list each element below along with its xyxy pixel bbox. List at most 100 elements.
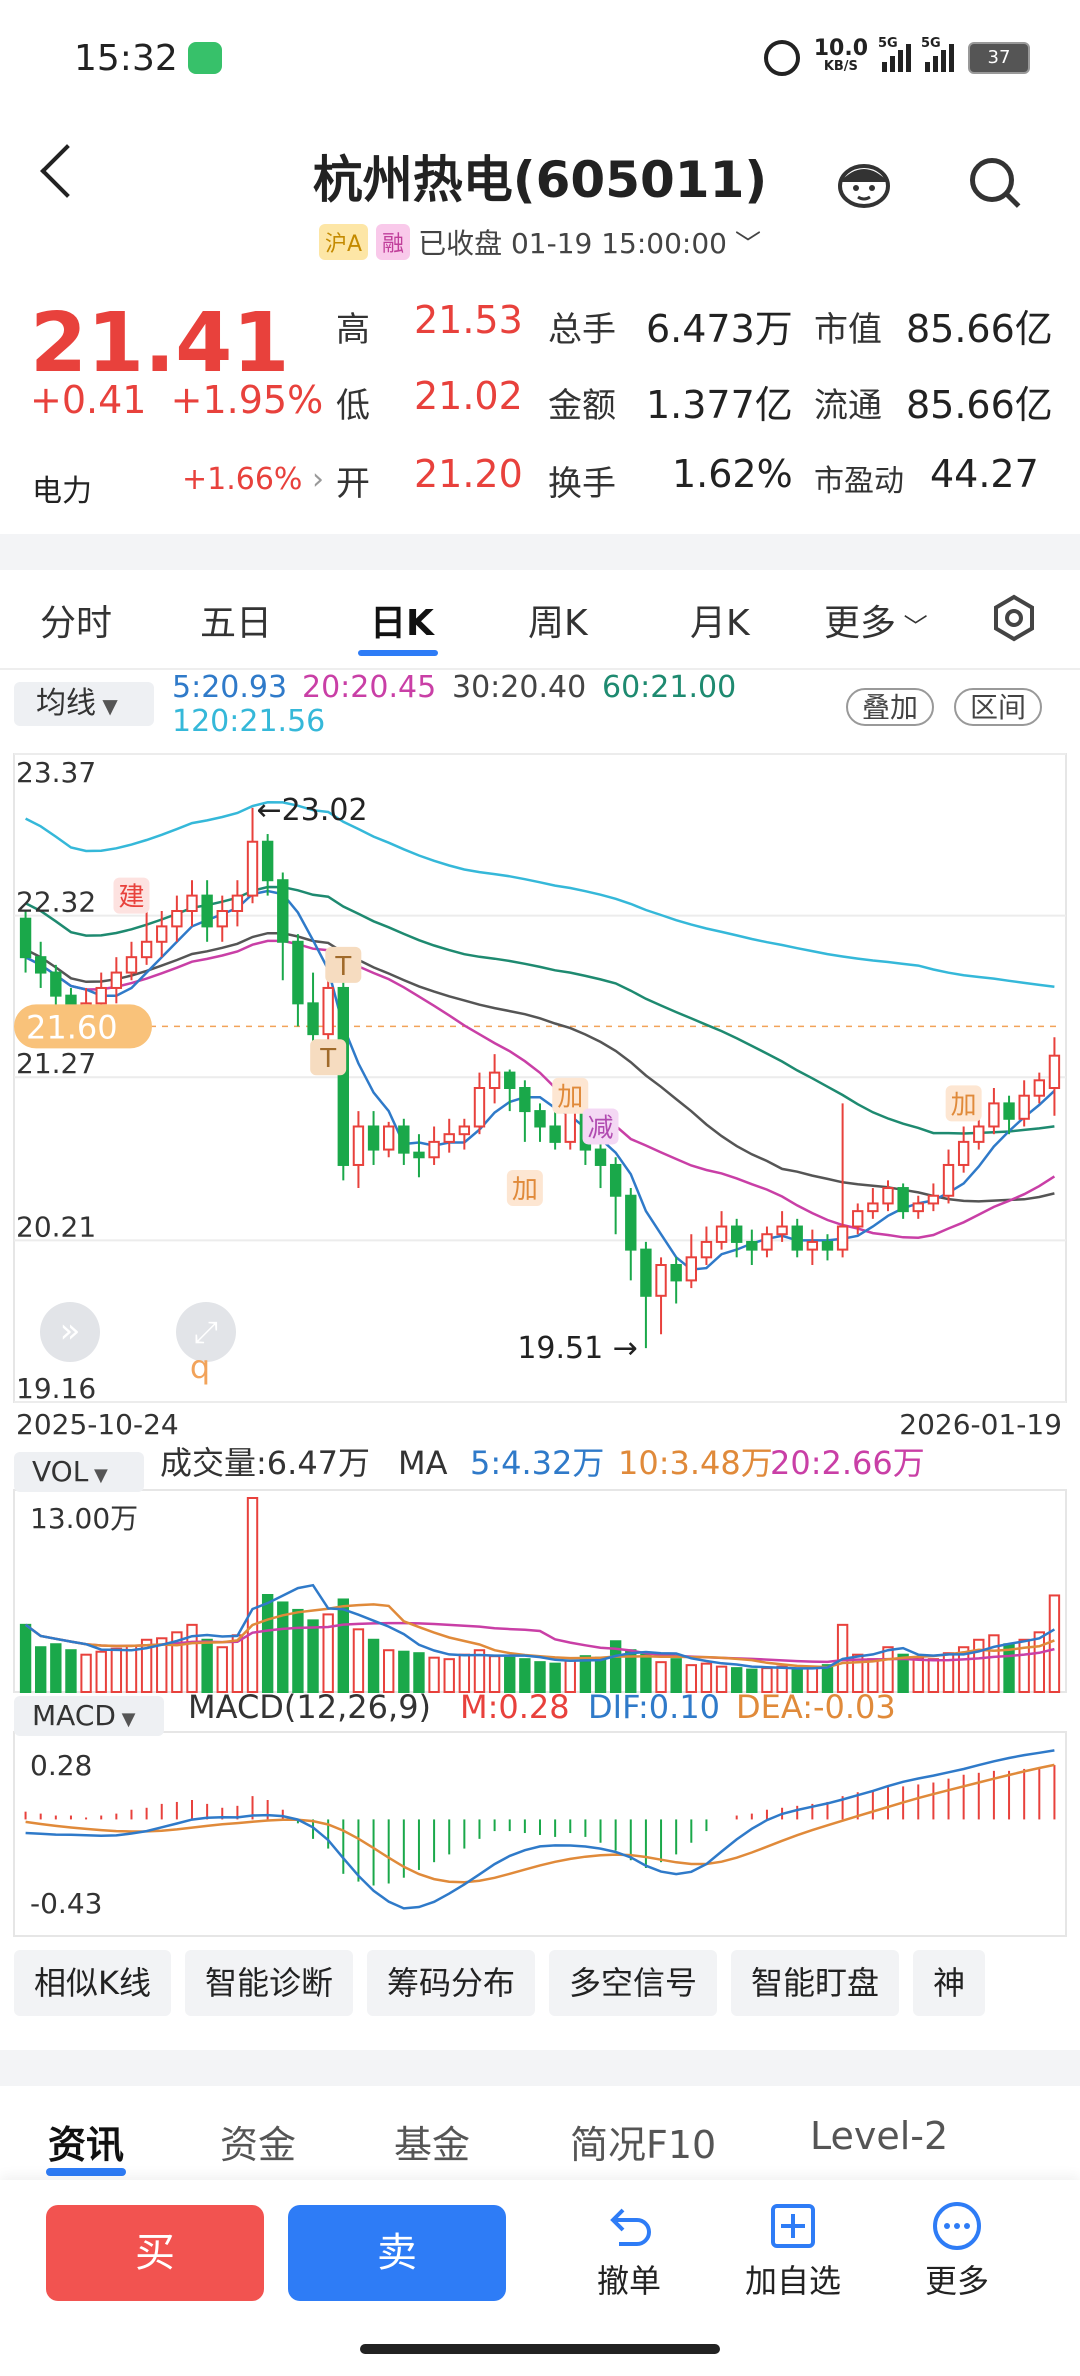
sell-button[interactable]: 卖 <box>288 2205 506 2301</box>
sector-label[interactable]: 电力 <box>32 466 92 510</box>
tab-time-share[interactable]: 分时 <box>40 594 112 646</box>
candle <box>988 1088 1000 1135</box>
volume-bar <box>413 1652 425 1694</box>
quote-value: 85.66亿 <box>906 307 1053 351</box>
candle-body <box>912 1202 924 1213</box>
more-button[interactable]: 更多 <box>902 2196 1012 2302</box>
candle <box>821 1234 834 1261</box>
quote-label: 金额 <box>548 386 616 426</box>
candle-body <box>35 956 47 974</box>
chip-long-short-signal[interactable]: 多空信号 <box>549 1950 718 2016</box>
settings-icon[interactable] <box>990 594 1038 642</box>
chip-similar-k[interactable]: 相似K线 <box>14 1950 171 2016</box>
candle <box>35 941 47 988</box>
candle <box>867 1188 879 1219</box>
candle-body <box>791 1225 803 1251</box>
candle <box>443 1118 455 1153</box>
volume-bar <box>352 1628 365 1693</box>
kline-chart[interactable]: ←23.0219.51 →建TT加加减加» ⤢q 23.3722.3221.272… <box>0 740 1080 1940</box>
tab-five-day[interactable]: 五日 <box>200 594 272 646</box>
candle <box>473 1072 486 1135</box>
candle <box>367 1111 380 1165</box>
volume-bar <box>1033 1631 1045 1693</box>
info-tabs: 资讯 资金 基金 简况F10 Level-2 <box>0 2100 1080 2180</box>
candle-body <box>216 909 228 928</box>
tab-more[interactable]: 更多 ﹀ <box>824 594 928 646</box>
status-indicators: 10.0 KB/S 5G 5G 37 <box>763 36 1030 80</box>
quote-value: 21.53 <box>414 298 523 342</box>
revoke-button[interactable]: 撤单 <box>574 2196 684 2302</box>
search-icon[interactable] <box>970 158 1014 202</box>
candle-body <box>458 1125 471 1136</box>
candle-body <box>715 1225 728 1243</box>
net-speed-unit: KB/S <box>823 59 858 74</box>
candle-body <box>655 1264 667 1297</box>
candle-body <box>473 1087 486 1128</box>
candle <box>337 972 349 1181</box>
candle-body <box>821 1240 834 1251</box>
candle-body <box>806 1240 819 1251</box>
candle-body <box>942 1163 955 1197</box>
candle-body <box>882 1187 894 1205</box>
volume-bar <box>988 1634 1000 1693</box>
candle <box>942 1149 955 1204</box>
sector-change[interactable]: +1.66% › <box>182 462 324 497</box>
buy-button[interactable]: 买 <box>46 2205 264 2301</box>
add-watchlist-button[interactable]: 加自选 <box>738 2196 848 2302</box>
margin-tag: 融 <box>376 224 411 260</box>
tab-more-label: 更多 <box>824 603 897 644</box>
macd-selector[interactable]: MACD ▼ <box>14 1696 164 1736</box>
candle <box>50 964 62 1012</box>
info-tab-news[interactable]: 资讯 <box>48 2114 124 2169</box>
change-percent: +1.95% <box>170 378 324 422</box>
add-watchlist-label: 加自选 <box>744 2262 841 2300</box>
quote-label: 低 <box>336 386 370 426</box>
quote-value: 1.62% <box>672 452 793 496</box>
vol-selector[interactable]: VOL ▼ <box>14 1452 144 1492</box>
chip-smart-watch[interactable]: 智能盯盘 <box>731 1950 900 2016</box>
candle-body <box>761 1233 773 1251</box>
candle-body <box>383 1125 395 1151</box>
candle <box>231 880 244 927</box>
info-tab-f10[interactable]: 简况F10 <box>570 2114 716 2169</box>
candle-body <box>625 1194 637 1251</box>
candle-body <box>367 1125 380 1151</box>
candle-body <box>957 1140 970 1166</box>
chip-more[interactable]: 神 <box>913 1950 986 2016</box>
chevron-right-icon: › <box>302 462 324 497</box>
candle-body <box>1018 1094 1030 1120</box>
chip-smart-diagnosis[interactable]: 智能诊断 <box>185 1950 354 2016</box>
chip-chip-distribution[interactable]: 筹码分布 <box>367 1950 536 2016</box>
overlay-button[interactable]: 叠加 <box>846 688 935 726</box>
candle <box>625 1188 637 1281</box>
candle-body <box>504 1071 516 1090</box>
tab-day-k[interactable]: 日K <box>370 594 434 646</box>
candle <box>927 1183 940 1212</box>
trade-marker-label: 加 <box>557 1083 583 1113</box>
tab-month-k[interactable]: 月K <box>690 594 750 646</box>
info-tab-fund[interactable]: 基金 <box>394 2114 470 2169</box>
volume-bar <box>80 1653 92 1694</box>
candle <box>912 1195 924 1219</box>
chart-annotations: ←23.0219.51 →建TT加加减加» ⤢q <box>40 793 982 1386</box>
y-tick-label: 22.32 <box>16 886 96 919</box>
sector-change-value: +1.66% <box>182 462 303 497</box>
candle-body <box>322 986 334 1036</box>
info-tab-funds[interactable]: 资金 <box>220 2114 296 2169</box>
vol-y-max: 13.00万 <box>30 1502 138 1535</box>
tab-week-k[interactable]: 周K <box>528 594 588 646</box>
assistant-robot-icon[interactable] <box>834 156 894 212</box>
macd-dif: DIF:0.10 <box>588 1688 720 1726</box>
candle <box>897 1183 909 1219</box>
section-divider <box>0 2050 1080 2086</box>
candle <box>277 872 289 981</box>
candle <box>549 1111 561 1150</box>
macd-y-bottom: -0.43 <box>30 1887 102 1920</box>
info-tab-level2[interactable]: Level-2 <box>810 2114 948 2158</box>
interval-button[interactable]: 区间 <box>954 688 1043 726</box>
cursor-indicator-label: q <box>190 1348 210 1386</box>
trade-status-row[interactable]: 沪A 融 已收盘 01-19 15:00:00 ﹀ <box>0 222 1080 262</box>
ma-selector[interactable]: 均线 ▼ <box>14 682 154 726</box>
candle-body <box>95 986 107 1005</box>
undo-icon <box>574 2196 684 2256</box>
